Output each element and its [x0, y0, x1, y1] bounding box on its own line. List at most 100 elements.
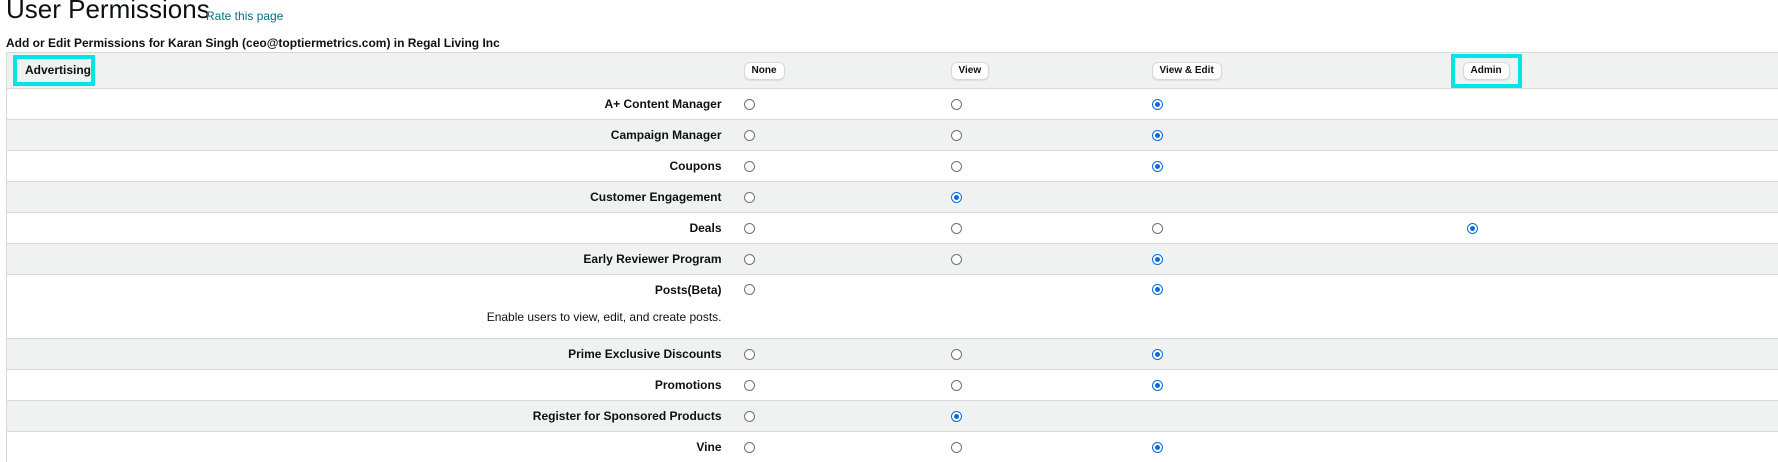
radio-cell-admin [1451, 339, 1778, 370]
radio-cell-view-edit [1152, 120, 1451, 151]
radio-none[interactable] [744, 442, 755, 453]
radio-none[interactable] [744, 161, 755, 172]
radio-view-edit[interactable] [1152, 442, 1163, 453]
table-row: Coupons [7, 151, 1778, 182]
radio-view[interactable] [951, 161, 962, 172]
radio-cell-none [744, 182, 951, 213]
column-none-button[interactable]: None [744, 62, 785, 80]
radio-none[interactable] [744, 284, 755, 295]
radio-view-edit[interactable] [1152, 254, 1163, 265]
permission-name: Prime Exclusive Discounts [7, 347, 722, 361]
table-row: Campaign Manager [7, 120, 1778, 151]
column-header-view: View [951, 53, 1152, 89]
column-view-edit-button[interactable]: View & Edit [1152, 62, 1222, 80]
radio-view[interactable] [951, 192, 962, 203]
radio-view[interactable] [951, 442, 962, 453]
table-row: Customer Engagement [7, 182, 1778, 213]
table-row: Posts(Beta)Enable users to view, edit, a… [7, 275, 1778, 339]
radio-none[interactable] [744, 99, 755, 110]
permission-name-cell: Promotions [7, 370, 744, 401]
table-row: Promotions [7, 370, 1778, 401]
radio-view-edit[interactable] [1152, 349, 1163, 360]
radio-cell-view [951, 120, 1152, 151]
radio-cell-none [744, 432, 951, 462]
radio-cell-view-edit [1152, 244, 1451, 275]
radio-cell-view [951, 89, 1152, 120]
permission-name-cell: Customer Engagement [7, 182, 744, 213]
radio-cell-view [951, 275, 1152, 339]
column-header-admin: Admin [1451, 53, 1778, 89]
radio-none[interactable] [744, 223, 755, 234]
permissions-table: Advertising None View View & Edit Admin … [6, 52, 1778, 462]
radio-admin[interactable] [1467, 223, 1478, 234]
radio-cell-none [744, 370, 951, 401]
radio-view-edit[interactable] [1152, 161, 1163, 172]
radio-view[interactable] [951, 130, 962, 141]
radio-view[interactable] [951, 99, 962, 110]
table-row: A+ Content Manager [7, 89, 1778, 120]
radio-view-edit[interactable] [1152, 130, 1163, 141]
radio-none[interactable] [744, 254, 755, 265]
permission-name: Early Reviewer Program [7, 252, 722, 266]
radio-cell-admin [1451, 120, 1778, 151]
radio-cell-view [951, 370, 1152, 401]
radio-cell-view [951, 401, 1152, 432]
radio-view[interactable] [951, 349, 962, 360]
permission-name-cell: Early Reviewer Program [7, 244, 744, 275]
column-header-view-edit: View & Edit [1152, 53, 1451, 89]
permission-name: A+ Content Manager [7, 97, 722, 111]
radio-view-edit[interactable] [1152, 284, 1163, 295]
permission-name-cell: Vine [7, 432, 744, 462]
radio-none[interactable] [744, 349, 755, 360]
radio-cell-view [951, 339, 1152, 370]
radio-view[interactable] [951, 223, 962, 234]
radio-view[interactable] [951, 254, 962, 265]
radio-view-edit[interactable] [1152, 223, 1163, 234]
permission-name-cell: A+ Content Manager [7, 89, 744, 120]
radio-cell-none [744, 213, 951, 244]
radio-cell-view-edit [1152, 182, 1451, 213]
radio-view[interactable] [951, 380, 962, 391]
radio-cell-admin [1451, 213, 1778, 244]
radio-cell-admin [1451, 89, 1778, 120]
section-header-cell: Advertising [7, 53, 744, 89]
table-row: Register for Sponsored Products [7, 401, 1778, 432]
radio-cell-view-edit [1152, 432, 1451, 462]
radio-cell-none [744, 89, 951, 120]
permission-name: Campaign Manager [7, 128, 722, 142]
radio-cell-view-edit [1152, 275, 1451, 339]
radio-cell-admin [1451, 401, 1778, 432]
table-row: Deals [7, 213, 1778, 244]
radio-view-edit[interactable] [1152, 380, 1163, 391]
radio-cell-view-edit [1152, 89, 1451, 120]
column-header-none: None [744, 53, 951, 89]
radio-none[interactable] [744, 380, 755, 391]
permission-name: Coupons [7, 159, 722, 173]
permission-name-cell: Posts(Beta)Enable users to view, edit, a… [7, 275, 744, 339]
radio-cell-view-edit [1152, 401, 1451, 432]
radio-cell-view-edit [1152, 151, 1451, 182]
rate-this-page-link[interactable]: Rate this page [206, 9, 283, 23]
radio-none[interactable] [744, 130, 755, 141]
radio-none[interactable] [744, 192, 755, 203]
table-row: Vine [7, 432, 1778, 462]
radio-cell-view [951, 432, 1152, 462]
radio-cell-admin [1451, 370, 1778, 401]
permission-name-cell: Coupons [7, 151, 744, 182]
permission-name: Customer Engagement [7, 190, 722, 204]
radio-view[interactable] [951, 411, 962, 422]
column-admin-button[interactable]: Admin [1463, 62, 1510, 80]
table-header-row: Advertising None View View & Edit Admin [7, 53, 1778, 89]
section-label-advertising[interactable]: Advertising [13, 55, 95, 86]
column-view-button[interactable]: View [951, 62, 990, 80]
radio-none[interactable] [744, 411, 755, 422]
radio-cell-none [744, 275, 951, 339]
radio-view-edit[interactable] [1152, 99, 1163, 110]
radio-cell-none [744, 401, 951, 432]
radio-cell-view-edit [1152, 213, 1451, 244]
permission-name-cell: Register for Sponsored Products [7, 401, 744, 432]
radio-cell-view [951, 244, 1152, 275]
radio-cell-none [744, 244, 951, 275]
permission-name: Vine [7, 440, 722, 454]
permission-name-cell: Prime Exclusive Discounts [7, 339, 744, 370]
